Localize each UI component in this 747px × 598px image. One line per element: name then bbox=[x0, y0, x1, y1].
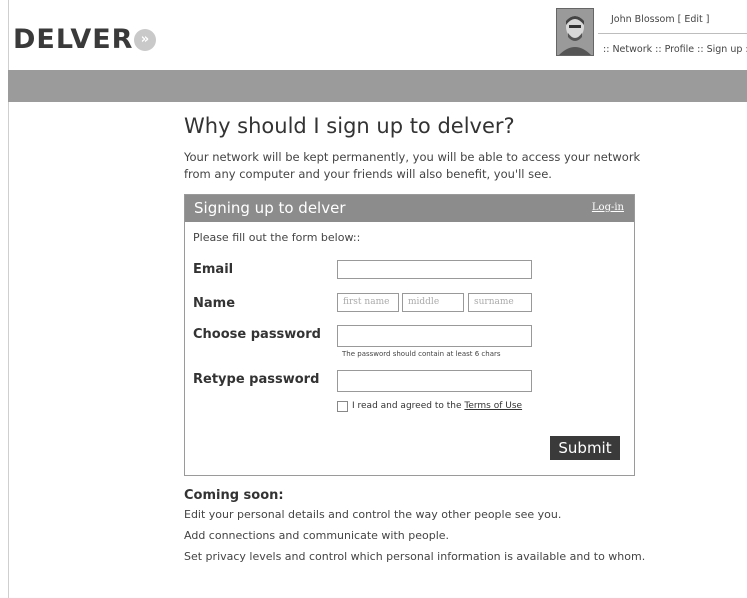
retype-password-label: Retype password bbox=[193, 372, 320, 387]
terms-of-use-link[interactable]: Terms of Use bbox=[464, 401, 522, 411]
email-field[interactable] bbox=[337, 260, 532, 279]
password-label: Choose password bbox=[193, 327, 321, 342]
form-instruction: Please fill out the form below:: bbox=[193, 231, 361, 244]
avatar[interactable] bbox=[556, 8, 594, 56]
nav-separator: :: bbox=[697, 44, 704, 55]
panel-header: Signing up to delver Log-in bbox=[185, 195, 634, 222]
first-name-field[interactable]: first name bbox=[337, 293, 399, 312]
user-name[interactable]: John Blossom [ Edit ] bbox=[611, 14, 709, 25]
submit-button[interactable]: Submit bbox=[550, 436, 620, 460]
terms-checkbox[interactable] bbox=[337, 401, 348, 412]
panel-title: Signing up to delver bbox=[194, 199, 346, 217]
nav-item-profile[interactable]: Profile bbox=[665, 44, 695, 55]
coming-soon-item: Set privacy levels and control which per… bbox=[184, 550, 646, 563]
password-hint: The password should contain at least 6 c… bbox=[342, 350, 501, 358]
password-field[interactable] bbox=[337, 325, 532, 347]
logo-arrows-icon: » bbox=[134, 28, 157, 51]
logo-text: DELVER bbox=[13, 24, 134, 55]
terms-text: I read and agreed to the Terms of Use bbox=[352, 401, 522, 411]
terms-label: I read and agreed to the bbox=[352, 401, 462, 411]
nav-item-network[interactable]: Network bbox=[612, 44, 652, 55]
surname-field[interactable]: surname bbox=[468, 293, 532, 312]
coming-soon-title: Coming soon: bbox=[184, 488, 284, 503]
top-nav: :: Network :: Profile :: Sign up :: bbox=[603, 44, 747, 55]
email-label: Email bbox=[193, 262, 234, 277]
middle-name-field[interactable]: middle bbox=[402, 293, 464, 312]
user-photo-icon bbox=[557, 9, 593, 55]
nav-item-sign-up[interactable]: Sign up bbox=[707, 44, 743, 55]
page-title: Why should I sign up to delver? bbox=[184, 114, 515, 138]
coming-soon-item: Edit your personal details and control t… bbox=[184, 508, 562, 521]
nav-prefix: :: bbox=[603, 44, 610, 55]
coming-soon-item: Add connections and communicate with peo… bbox=[184, 529, 450, 542]
delver-logo[interactable]: DELVER » bbox=[13, 24, 157, 55]
intro-text: Your network will be kept permanently, y… bbox=[184, 150, 641, 181]
nav-separator: :: bbox=[655, 44, 662, 55]
header-band bbox=[8, 70, 747, 102]
login-link[interactable]: Log-in bbox=[592, 202, 624, 213]
name-label: Name bbox=[193, 296, 236, 311]
retype-password-field[interactable] bbox=[337, 370, 532, 392]
signup-panel: Signing up to delver Log-in Please fill … bbox=[184, 194, 635, 476]
